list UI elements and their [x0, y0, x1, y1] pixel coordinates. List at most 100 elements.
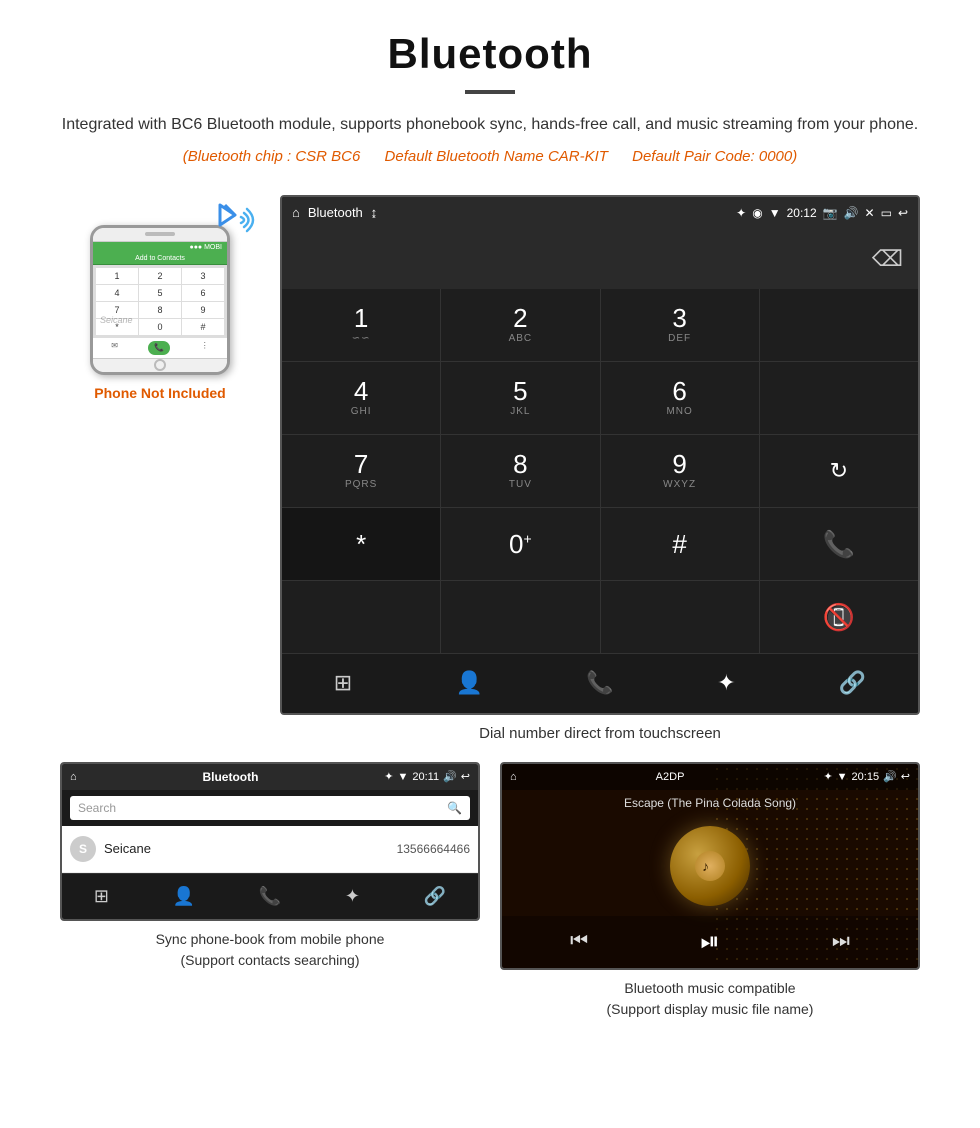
pb-grid-icon[interactable]: ⊞	[94, 886, 109, 907]
pb-phone-icon[interactable]: 📞	[259, 886, 281, 907]
pb-bottom-bar: ⊞ 👤 📞 ✦ 🔗	[62, 873, 478, 919]
prev-button[interactable]: ⏮	[570, 930, 588, 953]
svg-text:♪: ♪	[702, 858, 709, 874]
music-status-right: ✦ ▼ 20:15 🔊 ↩	[823, 770, 910, 783]
album-inner: ♪	[695, 851, 725, 881]
dial-key-4[interactable]: 4 GHI	[282, 362, 440, 434]
next-button[interactable]: ⏭	[832, 930, 850, 953]
phone-app-title: Add to Contacts	[93, 253, 227, 265]
pb-home-icon[interactable]: ⌂	[70, 771, 77, 783]
music-controls: ⏮ ⏯ ⏭	[502, 916, 918, 968]
dial-key-3[interactable]: 3 DEF	[601, 289, 759, 361]
music-signal-icon: ▼	[837, 771, 848, 783]
dial-key-5[interactable]: 5 JKL	[441, 362, 599, 434]
pb-search-placeholder: Search	[78, 801, 116, 815]
pb-link-icon[interactable]: 🔗	[424, 886, 446, 907]
phone-key-3[interactable]: 3	[182, 268, 224, 284]
dial-key-hash[interactable]: #	[601, 508, 759, 580]
dial-key-9[interactable]: 9 WXYZ	[601, 435, 759, 507]
signal-icon: ▼	[769, 206, 781, 220]
dial-key-7[interactable]: 7 PQRS	[282, 435, 440, 507]
music-back-icon[interactable]: ↩	[901, 770, 910, 783]
dial-key-1[interactable]: 1 ∽∽	[282, 289, 440, 361]
music-note-icon: ♪	[702, 858, 718, 874]
music-bt-icon: ✦	[823, 770, 832, 783]
contact-name: Seicane	[104, 841, 397, 856]
pb-person-icon[interactable]: 👤	[173, 886, 195, 907]
dial-key-star[interactable]: *	[282, 508, 440, 580]
dial-key-call[interactable]: 📞	[760, 508, 918, 580]
back-icon[interactable]: ↩	[898, 206, 908, 220]
phone-key-6[interactable]: 6	[182, 285, 224, 301]
dial-grid: 1 ∽∽ 2 ABC 3 DEF 4 GHI	[282, 289, 918, 653]
music-status-bar: ⌂ A2DP ✦ ▼ 20:15 🔊 ↩	[502, 764, 918, 790]
bottom-grid-icon[interactable]: ⊞	[334, 670, 352, 696]
contact-number: 13566664466	[397, 842, 470, 856]
music-caption-line2: (Support display music file name)	[505, 999, 915, 1020]
pb-back-icon[interactable]: ↩	[461, 770, 470, 783]
music-title: A2DP	[656, 771, 685, 783]
home-icon[interactable]: ⌂	[292, 205, 300, 220]
dial-key-empty-3	[282, 581, 440, 653]
phonebook-screen: ⌂ Bluetooth ✦ ▼ 20:11 🔊 ↩ Search 🔍	[60, 762, 480, 921]
phonebook-caption: Sync phone-book from mobile phone (Suppo…	[60, 921, 480, 971]
window-icon[interactable]: ▭	[881, 206, 892, 220]
phone-key-5[interactable]: 5	[139, 285, 181, 301]
bluetooth-waves-icon	[205, 195, 260, 253]
contact-avatar: S	[70, 836, 96, 862]
phone-key-0[interactable]: 0	[139, 319, 181, 335]
dial-key-2[interactable]: 2 ABC	[441, 289, 599, 361]
title-divider	[465, 90, 515, 94]
phone-key-1[interactable]: 1	[96, 268, 138, 284]
phone-not-included-label: Phone Not Included	[94, 385, 225, 401]
camera-icon[interactable]: 📷	[823, 206, 838, 220]
phone-key-hash[interactable]: #	[182, 319, 224, 335]
dial-display: ⌫	[282, 229, 918, 289]
pb-title: Bluetooth	[202, 770, 258, 784]
bottom-bluetooth-icon[interactable]: ✦	[717, 670, 735, 696]
phone-key-8[interactable]: 8	[139, 302, 181, 318]
dial-key-6[interactable]: 6 MNO	[601, 362, 759, 434]
music-album-art: ♪	[502, 816, 918, 916]
pb-volume-icon[interactable]: 🔊	[443, 770, 457, 783]
phone-home-button[interactable]	[154, 359, 166, 371]
dial-status-center: Bluetooth	[308, 205, 363, 220]
dial-key-end-call[interactable]: 📵	[760, 581, 918, 653]
dial-key-refresh[interactable]: ↻	[760, 435, 918, 507]
pb-contact-seicane[interactable]: S Seicane 13566664466	[62, 826, 478, 873]
music-bg: ⌂ A2DP ✦ ▼ 20:15 🔊 ↩ Escape (The Pina Co…	[502, 764, 918, 968]
phone-screen: ●●● MOBI Add to Contacts 1 2 3 4 5 6 7 8…	[93, 242, 227, 358]
close-icon[interactable]: ✕	[865, 206, 875, 220]
page-specs: (Bluetooth chip : CSR BC6 Default Blueto…	[60, 148, 920, 165]
pb-search-bar: Search 🔍	[62, 790, 478, 826]
phone-key-2[interactable]: 2	[139, 268, 181, 284]
pb-search-input[interactable]: Search 🔍	[70, 796, 470, 820]
search-icon: 🔍	[447, 801, 462, 815]
phone-speaker	[145, 232, 175, 236]
phone-key-9[interactable]: 9	[182, 302, 224, 318]
music-volume-icon[interactable]: 🔊	[883, 770, 897, 783]
volume-icon[interactable]: 🔊	[844, 206, 859, 220]
bottom-person-icon[interactable]: 👤	[456, 670, 483, 696]
dial-key-empty-4	[441, 581, 599, 653]
bottom-link-icon[interactable]: 🔗	[839, 670, 866, 696]
bottom-phone-icon[interactable]: 📞	[586, 670, 613, 696]
dial-bottom-bar: ⊞ 👤 📞 ✦ 🔗	[282, 653, 918, 713]
dial-key-empty-2	[760, 362, 918, 434]
backspace-button[interactable]: ⌫	[872, 246, 903, 272]
pb-bt-bottom-icon[interactable]: ✦	[345, 886, 360, 907]
music-caption-line1: Bluetooth music compatible	[505, 978, 915, 999]
album-circle: ♪	[670, 826, 750, 906]
phonebook-shot: ⌂ Bluetooth ✦ ▼ 20:11 🔊 ↩ Search 🔍	[60, 762, 480, 1020]
main-section: ●●● MOBI Add to Contacts 1 2 3 4 5 6 7 8…	[0, 185, 980, 762]
dial-key-empty-5	[601, 581, 759, 653]
dial-key-8[interactable]: 8 TUV	[441, 435, 599, 507]
time-display: 20:12	[787, 206, 817, 220]
play-pause-button[interactable]: ⏯	[700, 928, 719, 956]
music-home-icon[interactable]: ⌂	[510, 771, 517, 783]
phone-bottom-row: ✉ 📞 ⋮	[93, 338, 227, 358]
dial-key-0[interactable]: 0+	[441, 508, 599, 580]
phone-call-btn[interactable]: 📞	[148, 341, 170, 355]
phone-key-4[interactable]: 4	[96, 285, 138, 301]
music-time: 20:15	[852, 771, 880, 783]
